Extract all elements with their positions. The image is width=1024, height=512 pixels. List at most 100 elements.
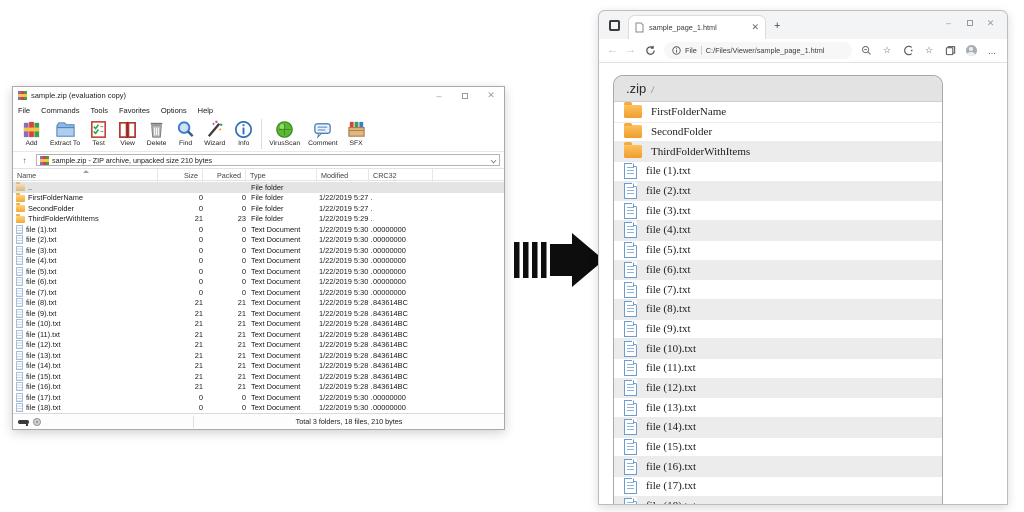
modified-cell: 1/22/2019 5:28 ... — [319, 361, 372, 372]
info-button[interactable]: Info — [229, 118, 258, 148]
item-icon — [16, 246, 23, 255]
site-info-icon[interactable] — [672, 46, 681, 55]
more-menu-icon[interactable]: ... — [985, 44, 999, 58]
column-header-type[interactable]: Type — [246, 169, 317, 182]
column-header-size[interactable]: Size — [158, 169, 203, 182]
close-button[interactable]: ✕ — [478, 87, 504, 104]
view-button[interactable]: View — [113, 118, 142, 148]
list-item[interactable]: file (6).txt — [614, 260, 942, 280]
browser-maximize-button[interactable] — [959, 11, 980, 35]
table-row[interactable]: file (17).txt 0 0 Text Document 1/22/201… — [13, 392, 504, 403]
menu-help[interactable]: Help — [198, 106, 213, 115]
up-directory-button[interactable]: ↑ — [17, 154, 32, 166]
list-item[interactable]: file (16).txt — [614, 456, 942, 476]
list-item[interactable]: file (10).txt — [614, 338, 942, 358]
comment-button[interactable]: Comment — [304, 118, 341, 148]
list-item[interactable]: file (11).txt — [614, 358, 942, 378]
table-row[interactable]: file (1).txt 0 0 Text Document 1/22/2019… — [13, 224, 504, 235]
list-item[interactable]: file (8).txt — [614, 299, 942, 319]
column-header-packed[interactable]: Packed — [203, 169, 246, 182]
item-icon — [624, 282, 637, 298]
list-item[interactable]: file (17).txt — [614, 476, 942, 496]
menu-favorites[interactable]: Favorites — [119, 106, 150, 115]
refresh-icon[interactable] — [643, 44, 657, 58]
table-row[interactable]: file (12).txt 21 21 Text Document 1/22/2… — [13, 340, 504, 351]
list-item[interactable]: file (18).txt — [614, 496, 942, 504]
find-button[interactable]: Find — [171, 118, 200, 148]
extract-to-button[interactable]: Extract To — [46, 118, 84, 148]
table-row[interactable]: file (3).txt 0 0 Text Document 1/22/2019… — [13, 245, 504, 256]
menu-options[interactable]: Options — [161, 106, 187, 115]
sfx-button[interactable]: SFX — [342, 118, 371, 148]
virusscan-button[interactable]: VirusScan — [265, 118, 304, 148]
table-row[interactable]: file (5).txt 0 0 Text Document 1/22/2019… — [13, 266, 504, 277]
item-label: file (8).txt — [646, 303, 691, 315]
browser-minimize-button[interactable]: – — [938, 11, 959, 35]
table-row[interactable]: file (11).txt 21 21 Text Document 1/22/2… — [13, 329, 504, 340]
zoom-icon[interactable] — [859, 44, 873, 58]
table-row[interactable]: ThirdFolderWithItems 21 23 File folder 1… — [13, 214, 504, 225]
archive-path-combobox[interactable]: sample.zip - ZIP archive, unpacked size … — [36, 154, 500, 166]
item-icon — [624, 203, 637, 219]
menu-tools[interactable]: Tools — [90, 106, 108, 115]
tab-close-icon[interactable]: ✕ — [751, 22, 759, 33]
table-row[interactable]: file (8).txt 21 21 Text Document 1/22/20… — [13, 298, 504, 309]
favorites-icon[interactable]: ☆ — [922, 44, 936, 58]
table-row[interactable]: .. File folder — [13, 182, 504, 193]
wizard-button[interactable]: Wizard — [200, 118, 229, 148]
add-favorite-icon[interactable]: ☆ — [880, 44, 894, 58]
list-item[interactable]: ThirdFolderWithItems — [614, 141, 942, 161]
table-row[interactable]: file (10).txt 21 21 Text Document 1/22/2… — [13, 319, 504, 330]
list-item[interactable]: file (3).txt — [614, 200, 942, 220]
winrar-window-title: sample.zip (evaluation copy) — [31, 91, 126, 100]
winrar-titlebar[interactable]: sample.zip (evaluation copy) – ✕ — [13, 87, 504, 104]
list-item[interactable]: FirstFolderName — [614, 102, 942, 122]
table-row[interactable]: SecondFolder 0 0 File folder 1/22/2019 5… — [13, 203, 504, 214]
back-icon[interactable]: ← — [607, 45, 618, 56]
list-item[interactable]: file (7).txt — [614, 279, 942, 299]
toolbar-label: Extract To — [50, 140, 80, 147]
list-item[interactable]: file (2).txt — [614, 181, 942, 201]
table-row[interactable]: file (9).txt 21 21 Text Document 1/22/20… — [13, 308, 504, 319]
list-item[interactable]: SecondFolder — [614, 122, 942, 142]
list-item[interactable]: file (1).txt — [614, 161, 942, 181]
table-row[interactable]: file (14).txt 21 21 Text Document 1/22/2… — [13, 361, 504, 372]
minimize-button[interactable]: – — [426, 87, 452, 104]
address-bar[interactable]: File C:/Files/Viewer/sample_page_1.html — [664, 42, 852, 59]
list-item[interactable]: file (15).txt — [614, 437, 942, 457]
table-row[interactable]: file (4).txt 0 0 Text Document 1/22/2019… — [13, 256, 504, 267]
table-row[interactable]: file (18).txt 0 0 Text Document 1/22/201… — [13, 403, 504, 414]
new-tab-button[interactable]: + — [774, 20, 780, 32]
collections-icon[interactable] — [943, 44, 957, 58]
packed-cell: 21 — [203, 361, 246, 372]
browser-tab[interactable]: sample_page_1.html ✕ — [628, 15, 766, 39]
forward-icon[interactable]: → — [625, 45, 636, 56]
item-name: ThirdFolderWithItems — [28, 214, 99, 223]
tab-actions-icon[interactable] — [609, 20, 620, 31]
delete-button[interactable]: Delete — [142, 118, 171, 148]
profile-avatar[interactable] — [964, 44, 978, 58]
table-row[interactable]: FirstFolderName 0 0 File folder 1/22/201… — [13, 193, 504, 204]
list-item[interactable]: file (12).txt — [614, 378, 942, 398]
column-header-crc32[interactable]: CRC32 — [369, 169, 433, 182]
table-row[interactable]: file (13).txt 21 21 Text Document 1/22/2… — [13, 350, 504, 361]
table-row[interactable]: file (6).txt 0 0 Text Document 1/22/2019… — [13, 277, 504, 288]
column-header-name[interactable]: Name — [13, 169, 158, 182]
maximize-button[interactable] — [452, 87, 478, 104]
list-item[interactable]: file (14).txt — [614, 417, 942, 437]
table-row[interactable]: file (15).txt 21 21 Text Document 1/22/2… — [13, 371, 504, 382]
menu-commands[interactable]: Commands — [41, 106, 79, 115]
table-row[interactable]: file (16).txt 21 21 Text Document 1/22/2… — [13, 382, 504, 393]
browser-close-button[interactable]: ✕ — [980, 11, 1001, 35]
browser-essentials-icon[interactable] — [901, 44, 915, 58]
test-button[interactable]: Test — [84, 118, 113, 148]
add-button[interactable]: Add — [17, 118, 46, 148]
list-item[interactable]: file (5).txt — [614, 240, 942, 260]
column-header-modified[interactable]: Modified — [317, 169, 369, 182]
list-item[interactable]: file (4).txt — [614, 220, 942, 240]
menu-file[interactable]: File — [18, 106, 30, 115]
list-item[interactable]: file (13).txt — [614, 397, 942, 417]
table-row[interactable]: file (7).txt 0 0 Text Document 1/22/2019… — [13, 287, 504, 298]
list-item[interactable]: file (9).txt — [614, 319, 942, 339]
table-row[interactable]: file (2).txt 0 0 Text Document 1/22/2019… — [13, 235, 504, 246]
